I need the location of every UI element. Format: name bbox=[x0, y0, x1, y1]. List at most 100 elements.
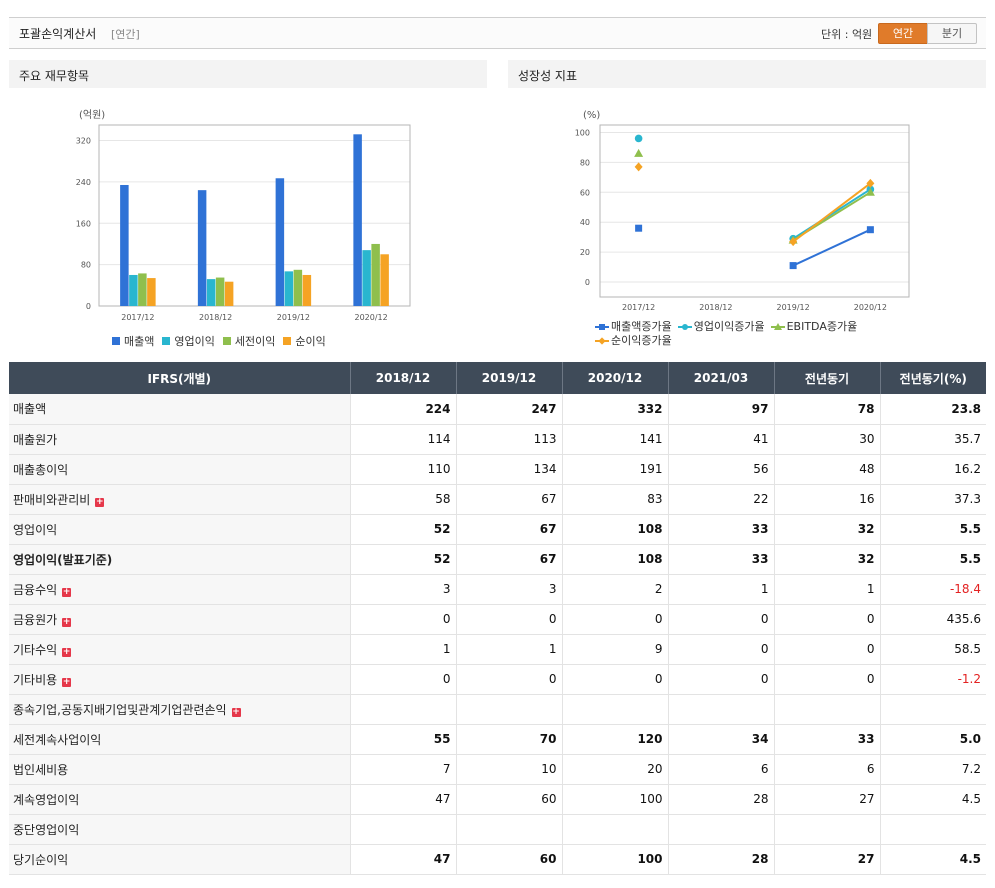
value-cell: 32 bbox=[773, 544, 880, 575]
bar-y-tick-label: 240 bbox=[76, 178, 91, 187]
value-cell: 97 bbox=[667, 394, 774, 425]
col-header-2018: 2018/12 bbox=[349, 362, 456, 394]
row-label: 영업이익(발표기준) bbox=[13, 552, 113, 567]
legend-label: 영업이익 bbox=[174, 335, 215, 348]
value-cell: 27 bbox=[773, 844, 880, 875]
table-row: 종속기업,공동지배기업및관계기업관련손익 + bbox=[9, 694, 986, 725]
table-row: 영업이익(발표기준) 52 67 108 33 32 5.5 bbox=[9, 544, 986, 575]
statement-subtitle: [연간] bbox=[111, 28, 140, 41]
value-cell: 0 bbox=[455, 604, 562, 635]
legend-item: 영업이익증가율 bbox=[677, 320, 765, 334]
bar-4-2019-12 bbox=[302, 274, 312, 306]
line-point-series-1 bbox=[789, 262, 797, 270]
value-cell: 4.5 bbox=[879, 844, 986, 875]
row-label-cell: 금융원가 + bbox=[9, 604, 350, 635]
row-label-cell: 세전계속사업이익 bbox=[9, 724, 350, 755]
value-cell: 32 bbox=[773, 514, 880, 545]
row-label-cell: 금융수익 + bbox=[9, 574, 350, 605]
value-cell: 1 bbox=[773, 574, 880, 605]
legend-swatch bbox=[162, 337, 171, 345]
value-cell: 5.5 bbox=[879, 544, 986, 575]
col-header-2020: 2020/12 bbox=[561, 362, 668, 394]
expand-plus-icon[interactable]: + bbox=[231, 707, 241, 717]
line-point-series-1 bbox=[635, 224, 643, 232]
bar-y-tick-label: 80 bbox=[81, 261, 91, 270]
annual-toggle-button[interactable]: 연간 bbox=[878, 23, 928, 44]
value-cell: 7 bbox=[349, 754, 456, 785]
value-cell: 110 bbox=[349, 454, 456, 485]
value-cell: 224 bbox=[349, 394, 456, 425]
bar-1-2017-12 bbox=[120, 184, 129, 306]
bar-1-2018-12 bbox=[197, 190, 207, 306]
value-cell: 191 bbox=[561, 454, 668, 485]
value-cell: 58 bbox=[349, 484, 456, 515]
value-cell: 58.5 bbox=[879, 634, 986, 665]
table-row: 매출액 224 247 332 97 78 23.8 bbox=[9, 394, 986, 425]
value-cell: 56 bbox=[667, 454, 774, 485]
legend-item: 매출액 bbox=[112, 333, 154, 349]
value-cell bbox=[455, 694, 562, 725]
row-label: 중단영업이익 bbox=[13, 822, 80, 837]
statement-title: 포괄손익계산서 bbox=[19, 27, 97, 41]
value-cell: 247 bbox=[455, 394, 562, 425]
row-label: 종속기업,공동지배기업및관계기업관련손익 bbox=[13, 702, 227, 717]
table-row: 매출총이익 110 134 191 56 48 16.2 bbox=[9, 454, 986, 485]
value-cell bbox=[349, 694, 456, 725]
value-cell: 0 bbox=[773, 604, 880, 635]
line-segment-series-1 bbox=[792, 228, 871, 267]
value-cell bbox=[879, 814, 986, 845]
table-row: 영업이익 52 67 108 33 32 5.5 bbox=[9, 514, 986, 545]
row-label: 매출액 bbox=[13, 402, 47, 417]
growth-line-chart: (%) 0 20 40 60 80 100 2017/12 2018/12 2019/12 2020… bbox=[575, 110, 910, 312]
col-header-2019: 2019/12 bbox=[455, 362, 562, 394]
value-cell: 0 bbox=[773, 664, 880, 695]
bar-x-tick-label: 2017/12 bbox=[121, 313, 154, 322]
value-cell bbox=[773, 694, 880, 725]
value-cell: 113 bbox=[455, 424, 562, 455]
value-cell: 33 bbox=[773, 724, 880, 755]
income-statement-table: IFRS(개별) 2018/12 2019/12 2020/12 2021/03… bbox=[9, 362, 986, 875]
value-cell: 16.2 bbox=[879, 454, 986, 485]
value-cell: 28 bbox=[667, 844, 774, 875]
line-point-series-3 bbox=[634, 148, 644, 157]
line-segment-series-2 bbox=[792, 188, 871, 240]
expand-plus-icon[interactable]: + bbox=[62, 587, 72, 597]
value-cell: 108 bbox=[561, 544, 668, 575]
value-cell: 1 bbox=[349, 634, 456, 665]
expand-plus-icon[interactable]: + bbox=[95, 497, 105, 507]
bar-2-2017-12 bbox=[129, 274, 138, 306]
table-row: 계속영업이익 47 60 100 28 27 4.5 bbox=[9, 784, 986, 815]
line-x-tick-label: 2020/12 bbox=[854, 303, 887, 312]
line-y-tick-label: 100 bbox=[575, 128, 590, 137]
table-row: 법인세비용 7 10 20 6 6 7.2 bbox=[9, 754, 986, 785]
value-cell: 70 bbox=[455, 724, 562, 755]
quarter-toggle-button[interactable]: 분기 bbox=[927, 23, 977, 44]
value-cell: 0 bbox=[349, 604, 456, 635]
value-cell: 332 bbox=[561, 394, 668, 425]
value-cell: 35.7 bbox=[879, 424, 986, 455]
row-label-cell: 법인세비용 bbox=[9, 754, 350, 785]
line-chart-legend: 매출액증가율 영업이익증가율 EBITDA증가율 순이익증가율 bbox=[595, 320, 905, 348]
row-label-cell: 종속기업,공동지배기업및관계기업관련손익 + bbox=[9, 694, 350, 725]
line-point-series-2 bbox=[634, 134, 643, 143]
table-row: 세전계속사업이익 55 70 120 34 33 5.0 bbox=[9, 724, 986, 755]
table-row: 금융수익 +3 3 2 1 1 -18.4 bbox=[9, 574, 986, 605]
bar-3-2017-12 bbox=[138, 273, 147, 306]
expand-plus-icon[interactable]: + bbox=[62, 677, 72, 687]
value-cell bbox=[349, 814, 456, 845]
legend-marker bbox=[595, 323, 609, 331]
legend-item: 세전이익 bbox=[222, 333, 275, 349]
line-x-tick-label: 2018/12 bbox=[699, 303, 732, 312]
legend-marker bbox=[770, 323, 785, 331]
expand-plus-icon[interactable]: + bbox=[62, 617, 72, 627]
row-label-cell: 매출총이익 bbox=[9, 454, 350, 485]
value-cell: 48 bbox=[773, 454, 880, 485]
value-cell: 30 bbox=[773, 424, 880, 455]
expand-plus-icon[interactable]: + bbox=[62, 647, 72, 657]
value-cell: 5.0 bbox=[879, 724, 986, 755]
value-cell: 1 bbox=[455, 634, 562, 665]
row-label-cell: 계속영업이익 bbox=[9, 784, 350, 815]
bar-2-2020-12 bbox=[362, 250, 371, 306]
table-row: 기타수익 +1 1 9 0 0 58.5 bbox=[9, 634, 986, 665]
table-row: 판매비와관리비 +58 67 83 22 16 37.3 bbox=[9, 484, 986, 515]
